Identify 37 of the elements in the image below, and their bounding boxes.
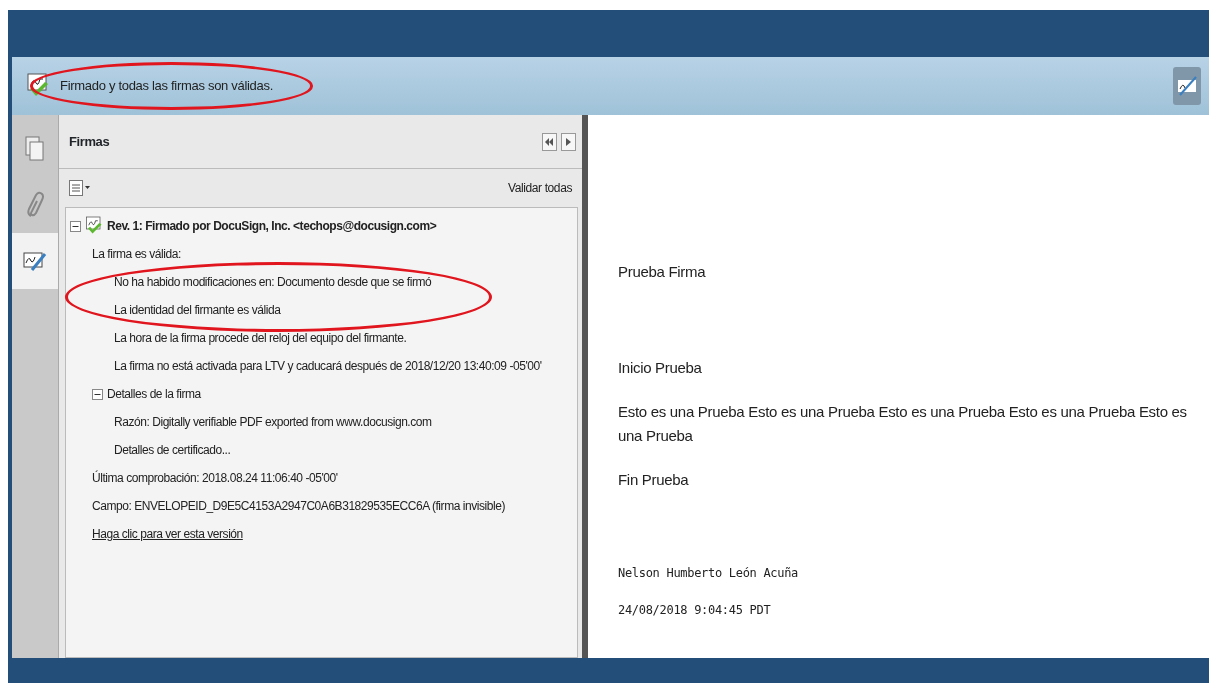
status-message: Firmado y todas las firmas son válidas.: [60, 77, 273, 96]
document-text: Inicio Prueba: [618, 358, 703, 378]
paperclip-icon: [26, 190, 44, 220]
pages-icon: [25, 136, 45, 162]
tree-item: Detalles de certificado...: [114, 442, 231, 459]
list-options-icon: [69, 180, 91, 196]
signature-check-icon: [26, 73, 50, 99]
pen-slash-icon: [1177, 76, 1197, 96]
document-text: Prueba Firma: [618, 262, 707, 282]
signature-panel-button[interactable]: [1173, 67, 1201, 105]
signature-title[interactable]: Rev. 1: Firmado por DocuSign, Inc. <techops@docusign.com>: [107, 217, 437, 235]
tree-item: Razón: Digitally verifiable PDF exported from www.docusign.com: [114, 414, 432, 431]
tree-item: No ha habido modificaciones en: Documento desde que se firmó: [114, 274, 432, 291]
signature-check-icon: [85, 216, 103, 236]
signature-text: 24/08/2018 9:04:45 PDT: [618, 602, 772, 620]
validate-all-button[interactable]: Validar todas: [508, 179, 572, 197]
tree-item: La firma es válida:: [92, 246, 181, 263]
signatures-tab[interactable]: [12, 233, 58, 289]
document-text: Esto es una Prueba Esto es una Prueba Esto es una Prueba Esto es una Prueba Esto es una Prueba: [618, 402, 1188, 446]
document-text: Fin Prueba: [618, 470, 690, 490]
tree-item: La hora de la firma procede del reloj del equipo del firmante.: [114, 330, 407, 347]
collapse-icon[interactable]: [92, 388, 103, 400]
tree-item: La firma no está activada para LTV y caducará después de 2018/12/20 13:40:09 -05'00': [114, 358, 542, 375]
collapse-panel-button[interactable]: [542, 132, 557, 151]
tree-item: Detalles de la firma: [107, 386, 201, 403]
expand-panel-button[interactable]: [561, 132, 576, 151]
signature-text: Nelson Humberto León Acuña: [618, 565, 800, 582]
tree-item: La identidad del firmante es válida: [114, 302, 281, 319]
double-left-arrow-icon: [545, 137, 554, 146]
collapse-icon[interactable]: [70, 220, 81, 232]
right-arrow-icon: [566, 137, 571, 146]
view-version-link[interactable]: Haga clic para ver esta versión: [92, 525, 243, 543]
tree-item: Campo: ENVELOPEID_D9E5C4153A2947C0A6B31829535ECC6A (firma invisible): [92, 498, 505, 515]
options-menu-button[interactable]: [69, 180, 91, 196]
tree-item: Última comprobación: 2018.08.24 11:06:40 -05'00': [92, 469, 338, 487]
panel-title: Firmas: [69, 132, 110, 151]
signature-pen-icon: [23, 250, 47, 272]
